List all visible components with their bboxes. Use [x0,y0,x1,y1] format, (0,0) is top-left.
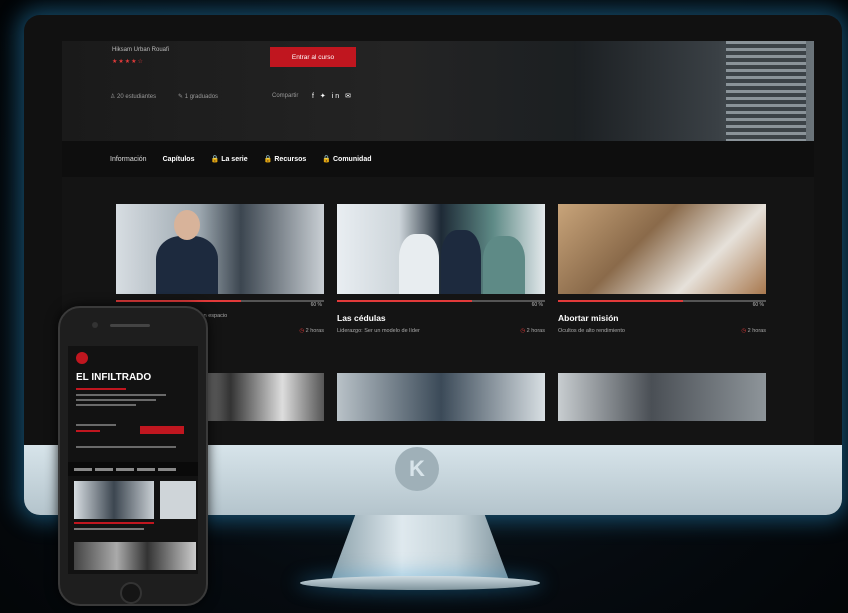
text-line [76,394,166,396]
speaker-grille [110,324,150,327]
mobile-enter-button[interactable] [140,426,184,434]
text-line [76,424,116,426]
progress-bar [116,300,324,302]
monitor-stand [330,515,510,583]
mobile-tab[interactable] [116,467,134,471]
course-tabs: Información Capítulos 🔒 La serie 🔒 Recurso… [62,141,814,177]
duration-label: 2 horas [305,328,324,334]
chapter-description: Liderazgo: Ser un modelo de líder [337,328,420,334]
tab-comunidad[interactable]: 🔒 Comunidad [322,155,371,163]
chapter-description: Ocultos de alto rendimiento [558,328,625,334]
person-figure [156,236,218,294]
chapter-duration: ◷ 2 horas [299,328,324,334]
text-line [76,388,126,390]
hero-photo [574,41,814,141]
share-label: Compartir [272,93,299,99]
social-share-icons[interactable]: f ✦ in ✉ [312,92,353,100]
mobile-tab[interactable] [158,467,176,471]
text-line [74,528,144,530]
tab-label: Recursos [274,156,307,163]
chapter-thumbnail [558,204,766,294]
hero-banner: Hiksam Urban Rouafi ★★★★☆ Entrar al curs… [62,41,814,141]
chapter-title: Abortar misión [558,313,619,323]
person-figure [483,236,525,294]
person-figure [399,234,439,294]
lock-icon: 🔒 [322,156,331,163]
progress-bar [558,300,766,302]
text-line [76,446,176,448]
tab-informacion[interactable]: Información [110,156,147,163]
chapter-title: Las cédulas [337,313,386,323]
mobile-course-page: EL INFILTRADO [68,346,198,574]
person-head [174,210,200,240]
progress-percent: 60 % [531,302,543,308]
mobile-chapter-thumbnail[interactable] [74,481,154,519]
person-figure [441,230,481,294]
mobile-tab[interactable] [137,467,155,471]
graduates-count: ✎ 1 graduados [178,94,219,100]
mobile-course-title: EL INFILTRADO [76,372,152,383]
students-count: ♙ 20 estudiantes [110,94,157,100]
monitor-stand-base [300,576,540,590]
chapter-card[interactable]: 60 % n un espacio ◷ 2 horas [116,204,324,334]
text-line [76,430,100,432]
chapter-thumbnail[interactable] [558,373,766,421]
progress-percent: 60 % [310,302,322,308]
home-button[interactable] [120,582,142,604]
tab-label: La serie [221,156,248,163]
enter-course-button[interactable]: Entrar al curso [270,47,356,67]
lock-icon: 🔒 [263,156,273,163]
mobile-tab[interactable] [74,467,92,471]
chapter-thumbnail [116,204,324,294]
chapter-card[interactable]: 60 % Las cédulas Liderazgo: Ser un model… [337,204,545,334]
mobile-tabs [68,462,198,476]
tab-la-serie[interactable]: 🔒 La serie [210,155,247,163]
mobile-chapter-thumbnail[interactable] [74,542,196,570]
progress-fill [116,300,241,302]
chapter-card[interactable]: 60 % Abortar misión Ocultos de alto rend… [558,204,766,334]
duration-label: 2 horas [526,328,545,334]
chapter-duration: ◷ 2 horas [520,328,545,334]
mobile-phone: EL INFILTRADO [58,306,208,606]
text-line [76,404,136,406]
app-logo-icon [76,352,88,364]
tab-recursos[interactable]: 🔒 Recursos [264,155,307,163]
duration-label: 2 horas [747,328,766,334]
chapter-thumbnail[interactable] [337,373,545,421]
tab-capitulos[interactable]: Capítulos [163,156,195,163]
brand-logo: K [395,447,439,491]
rating-stars: ★★★★☆ [112,59,144,65]
building-image [726,41,806,141]
progress-percent: 60 % [752,302,764,308]
chapter-duration: ◷ 2 horas [741,328,766,334]
tab-label: Comunidad [333,156,372,163]
progress-fill [337,300,473,302]
lock-icon: 🔒 [210,156,220,163]
mobile-tab[interactable] [95,467,113,471]
mobile-progress-bar [74,522,154,524]
camera-icon [92,322,98,328]
progress-bar [337,300,545,302]
text-line [76,399,156,401]
chapter-thumbnail [337,204,545,294]
progress-fill [558,300,683,302]
mobile-chapter-thumbnail[interactable] [160,481,196,519]
course-author: Hiksam Urban Rouafi [112,47,170,53]
